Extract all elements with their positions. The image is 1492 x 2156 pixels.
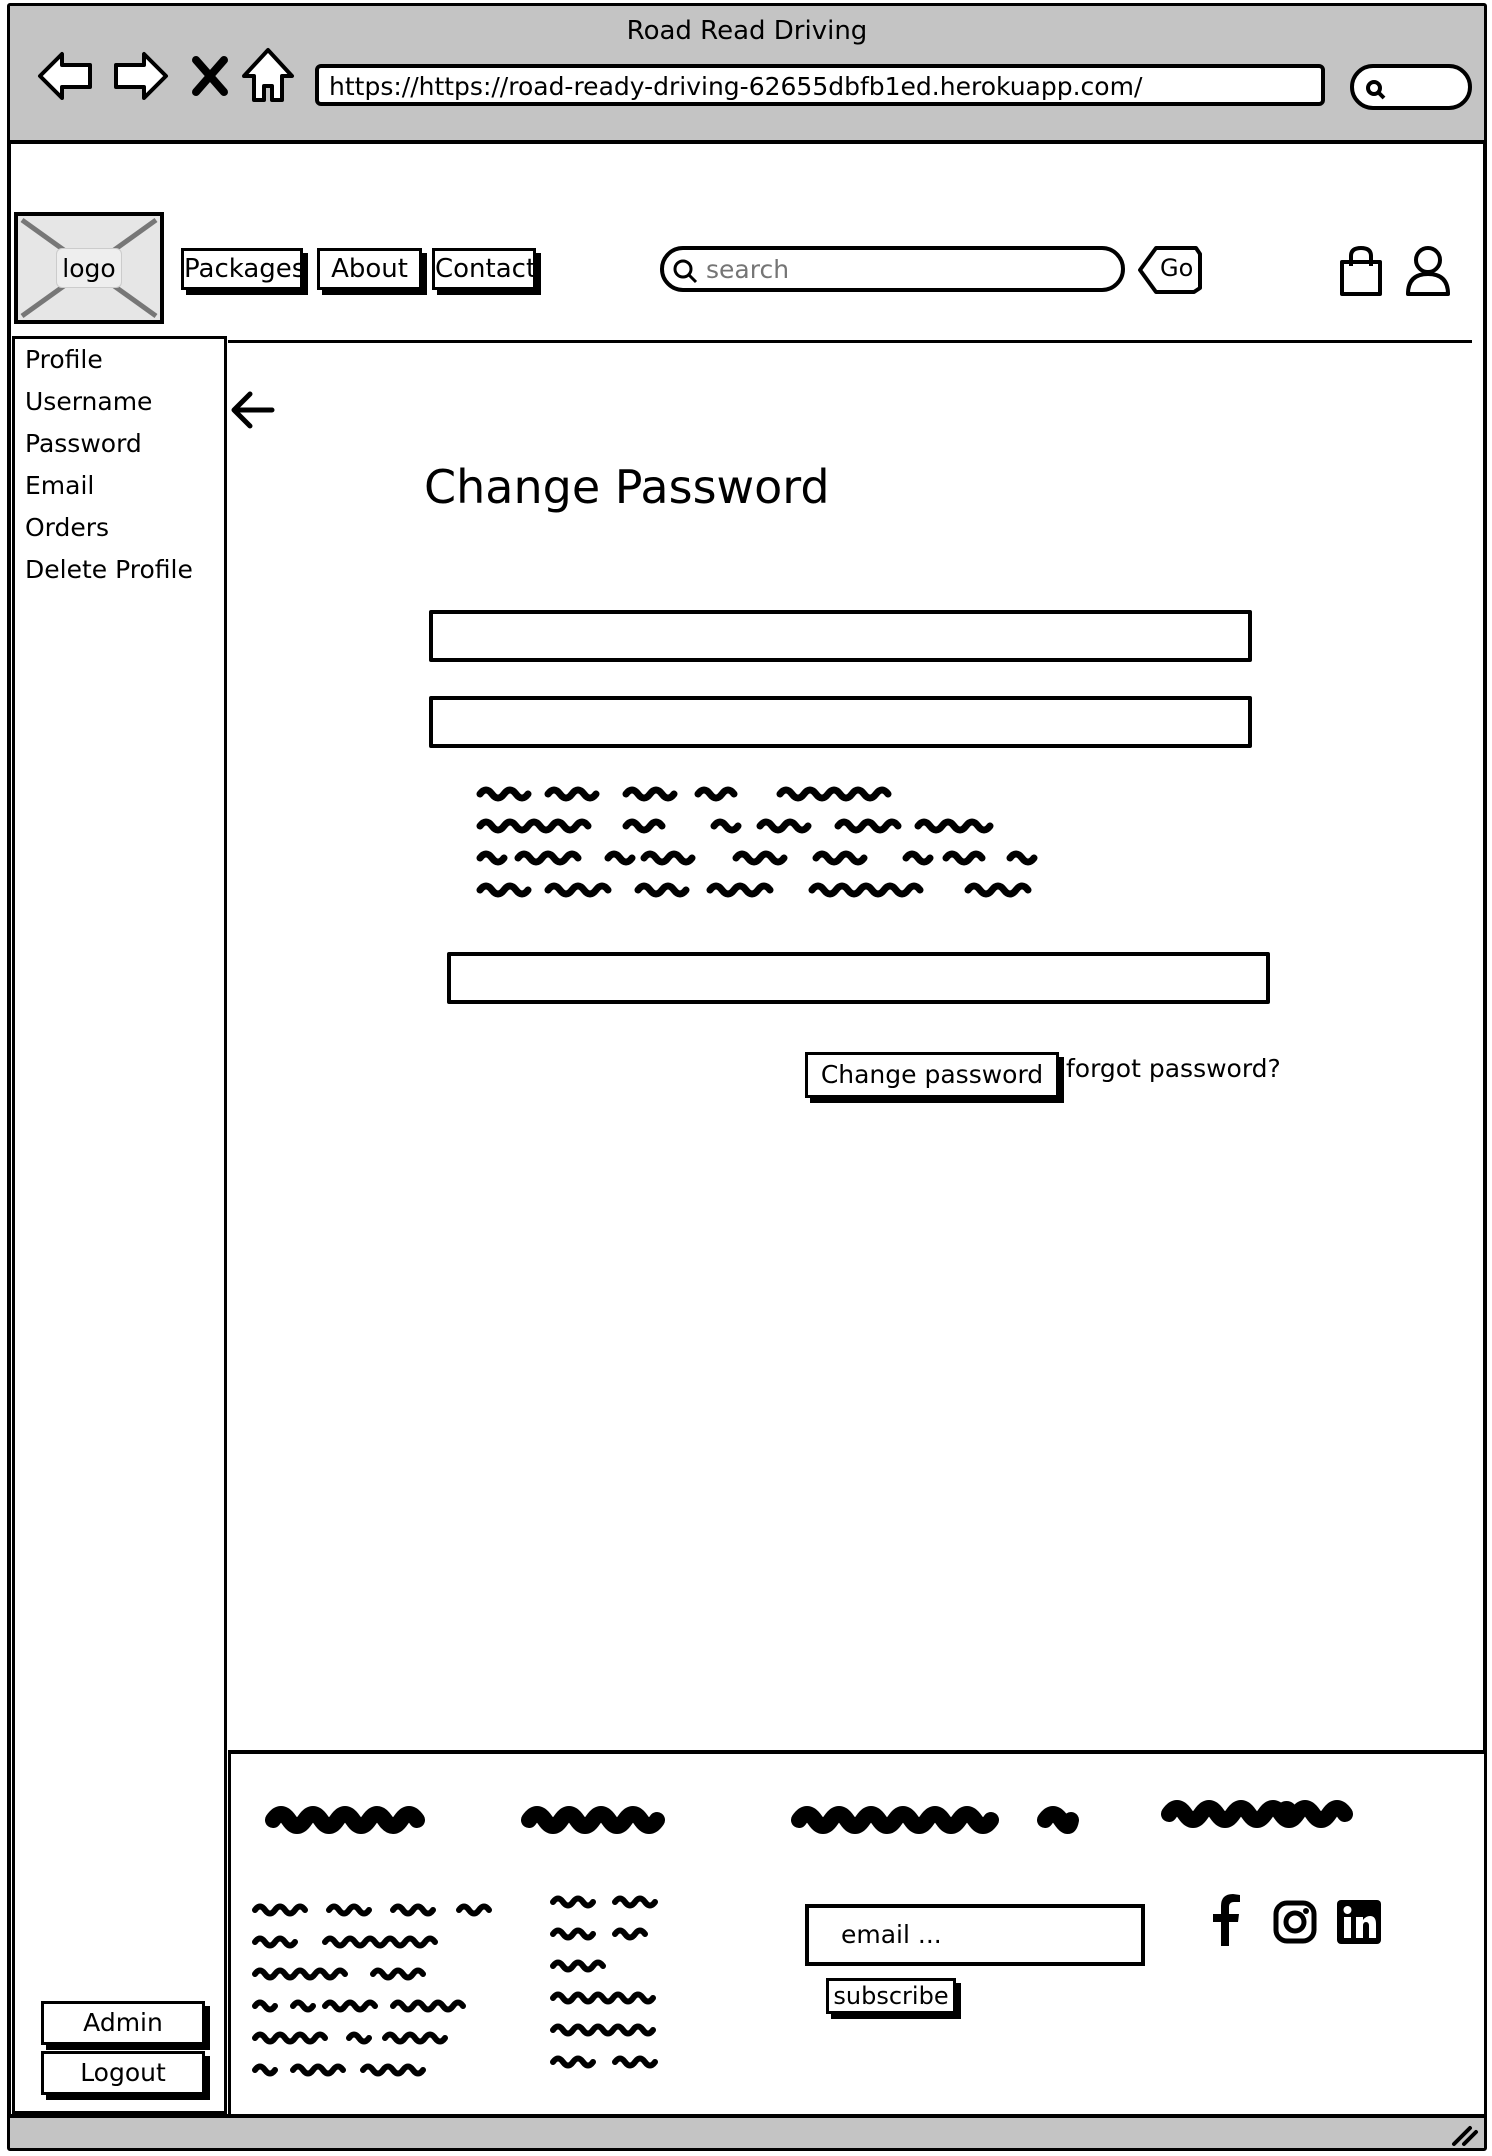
user-account-icon[interactable] xyxy=(1404,244,1452,298)
new-password-field[interactable] xyxy=(429,696,1252,748)
search-input[interactable] xyxy=(704,252,1084,286)
change-password-button[interactable]: Change password xyxy=(805,1052,1059,1098)
address-bar[interactable]: https://https://road-ready-driving-62655… xyxy=(315,64,1325,106)
stop-icon[interactable] xyxy=(190,54,230,98)
confirm-password-field[interactable] xyxy=(447,952,1270,1004)
resize-grip-icon[interactable] xyxy=(1450,2124,1478,2146)
back-icon[interactable] xyxy=(36,48,96,104)
search-icon xyxy=(1366,80,1386,100)
password-requirements-text xyxy=(476,784,1108,904)
footer-headings-scribble xyxy=(265,1800,1353,1834)
admin-button[interactable]: Admin xyxy=(41,2001,205,2045)
sidebar-item-username[interactable]: Username xyxy=(25,387,152,416)
page-title: Change Password xyxy=(424,460,830,514)
forward-icon[interactable] xyxy=(110,48,170,104)
newsletter-email-input[interactable]: email ... xyxy=(805,1904,1145,1966)
subscribe-button[interactable]: subscribe xyxy=(826,1978,956,2014)
linkedin-icon[interactable] xyxy=(1337,1900,1381,1944)
site-search[interactable] xyxy=(660,246,1125,292)
nav-packages-button[interactable]: Packages xyxy=(181,248,305,290)
header-divider xyxy=(228,340,1472,343)
nav-contact-button[interactable]: Contact xyxy=(432,248,536,290)
nav-about-button[interactable]: About xyxy=(317,248,422,290)
sidebar-item-profile[interactable]: Profile xyxy=(25,345,103,374)
current-password-field[interactable] xyxy=(429,610,1252,662)
facebook-icon[interactable] xyxy=(1211,1894,1245,1946)
browser-search-box[interactable] xyxy=(1350,64,1472,110)
sidebar-item-delete-profile[interactable]: Delete Profile xyxy=(25,555,193,584)
placeholder-scribble xyxy=(476,786,1038,898)
shopping-bag-icon[interactable] xyxy=(1338,244,1384,298)
email-placeholder: email ... xyxy=(841,1920,942,1949)
logo-label: logo xyxy=(56,248,122,288)
forgot-password-link[interactable]: forgot password? xyxy=(1066,1054,1281,1083)
window-title: Road Read Driving xyxy=(626,16,868,46)
sidebar-item-orders[interactable]: Orders xyxy=(25,513,109,542)
home-icon[interactable] xyxy=(240,46,296,106)
sidebar-item-email[interactable]: Email xyxy=(25,471,94,500)
back-arrow-icon[interactable] xyxy=(230,388,278,432)
instagram-icon[interactable] xyxy=(1273,1900,1317,1944)
search-icon xyxy=(673,259,698,284)
site-footer: email ... subscribe xyxy=(228,1750,1484,2114)
search-go-button[interactable]: Go xyxy=(1136,244,1204,296)
sidebar-item-password[interactable]: Password xyxy=(25,429,142,458)
browser-toolbar: Road Read Driving https://https://road-r… xyxy=(10,6,1484,144)
account-sidebar: Profile Username Password Email Orders D… xyxy=(12,336,227,2114)
footer-links-scribble xyxy=(252,1895,658,2077)
logo[interactable]: logo xyxy=(14,212,164,324)
browser-status-bar xyxy=(10,2114,1484,2148)
go-label: Go xyxy=(1160,254,1194,282)
logout-button[interactable]: Logout xyxy=(41,2051,205,2095)
